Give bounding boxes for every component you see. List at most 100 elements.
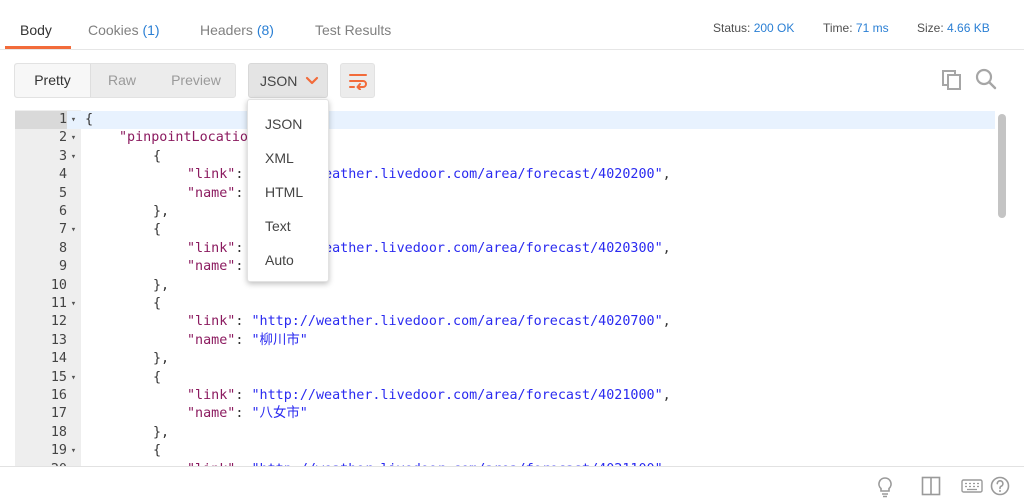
- json-key: "link": [187, 240, 236, 256]
- code-text: {: [153, 222, 162, 238]
- code-text: "name": "八女市": [187, 406, 308, 422]
- status-readout: Status: 200 OK: [713, 21, 794, 35]
- fold-toggle-icon[interactable]: ▾: [68, 442, 79, 460]
- code-line: 1 ▾ {: [15, 111, 995, 130]
- format-option-text[interactable]: Text: [265, 218, 291, 234]
- code-line: 12 "link": "http://weather.livedoor.com/a…: [15, 313, 995, 331]
- code-line: 16 "link": "http://weather.livedoor.com/a…: [15, 387, 995, 405]
- json-string: "柳川市": [251, 332, 308, 348]
- code-line: 19 ▾ {: [15, 442, 995, 460]
- wrap-lines-icon: [349, 74, 367, 90]
- fold-toggle-icon[interactable]: ▾: [68, 295, 79, 313]
- editor-scrollbar[interactable]: [998, 114, 1006, 218]
- line-number: 3: [58, 148, 67, 164]
- format-option-xml[interactable]: XML: [265, 150, 294, 166]
- active-tab-indicator: [5, 46, 71, 49]
- code-text: },: [153, 204, 170, 219]
- search-icon[interactable]: [975, 68, 997, 90]
- code-text: {: [85, 112, 94, 127]
- size-value[interactable]: 4.66 KB: [947, 21, 990, 35]
- code-line: 5"name": "大牟田市": [15, 185, 995, 203]
- line-number: 9: [58, 259, 67, 275]
- line-number: 4: [58, 167, 67, 183]
- line-number: 11: [50, 296, 67, 311]
- size-label: Size:: [917, 21, 944, 35]
- code-text: "name": "柳川市": [187, 332, 308, 348]
- line-number: 8: [58, 240, 67, 256]
- format-dropdown-menu: JSON XML HTML Text Auto: [247, 99, 329, 282]
- code-text: "link": "http://weather.livedoor.com/are…: [187, 388, 671, 403]
- line-number: 15: [50, 369, 67, 385]
- view-pretty-button[interactable]: Pretty: [15, 64, 91, 97]
- status-value[interactable]: 200 OK: [754, 21, 795, 35]
- wrap-lines-button[interactable]: [340, 63, 375, 98]
- fold-toggle-icon[interactable]: ▾: [68, 221, 79, 239]
- keyboard-icon[interactable]: [961, 479, 983, 493]
- time-label: Time:: [823, 21, 853, 35]
- response-body-editor[interactable]: 1▾{2▾"pinpointLocations": [3▾{4"link": "…: [15, 110, 1010, 466]
- line-number: 6: [58, 204, 67, 219]
- line-number: 19: [50, 443, 67, 459]
- time-readout: Time: 71 ms: [823, 21, 889, 35]
- response-tabbar: Body Cookies (1) Headers (8) Test Result…: [0, 0, 1024, 50]
- json-string: "http://weather.livedoor.com/area/foreca…: [251, 388, 663, 403]
- code-line: 15 ▾ {: [15, 369, 995, 387]
- format-select[interactable]: JSON: [248, 63, 328, 98]
- code-line: 9"name": "久留米市": [15, 258, 995, 276]
- code-line: 10},: [15, 277, 995, 295]
- json-string: "http://weather.livedoor.com/area/foreca…: [251, 314, 663, 330]
- code-line: 14},: [15, 350, 995, 368]
- tab-test-results[interactable]: Test Results: [315, 22, 391, 38]
- line-number: 13: [50, 332, 67, 348]
- fold-toggle-icon[interactable]: ▾: [68, 369, 79, 387]
- tab-headers[interactable]: Headers (8): [200, 22, 274, 38]
- code-line: 3 ▾ {: [15, 148, 995, 166]
- code-text: },: [153, 351, 170, 367]
- code-text: {: [153, 369, 162, 385]
- fold-toggle-icon[interactable]: ▾: [68, 148, 79, 166]
- copy-icon[interactable]: [941, 69, 963, 91]
- two-pane-icon[interactable]: [921, 476, 941, 496]
- code-line: 8 "link": "http://weather.livedoor.com/ar…: [15, 240, 995, 258]
- tab-body[interactable]: Body: [20, 22, 52, 38]
- code-line: 18},: [15, 424, 995, 442]
- json-key: "link": [187, 388, 236, 403]
- line-number: 18: [50, 424, 67, 440]
- code-text: },: [153, 277, 170, 293]
- format-option-html[interactable]: HTML: [265, 184, 303, 200]
- tab-label: Test Results: [315, 22, 392, 38]
- line-number: 7: [58, 222, 67, 238]
- view-raw-button[interactable]: Raw: [91, 64, 153, 97]
- code-text: {: [153, 443, 162, 459]
- format-option-auto[interactable]: Auto: [265, 252, 294, 268]
- line-number: 10: [50, 277, 67, 293]
- code-line: 11 ▾ {: [15, 295, 995, 313]
- fold-toggle-icon[interactable]: ▾: [68, 111, 79, 129]
- view-preview-button[interactable]: Preview: [155, 64, 237, 97]
- json-key: "name": [187, 185, 236, 201]
- format-selected-value: JSON: [260, 73, 298, 89]
- size-readout: Size: 4.66 KB: [917, 21, 990, 35]
- status-label: Status:: [713, 21, 751, 35]
- code-text: {: [153, 148, 162, 164]
- time-value[interactable]: 71 ms: [856, 21, 889, 35]
- json-key: "name": [187, 332, 236, 348]
- fold-toggle-icon[interactable]: ▾: [68, 129, 79, 147]
- tab-count: (8): [256, 22, 274, 38]
- help-icon[interactable]: [990, 476, 1010, 496]
- code-line: 4 "link": "http://weather.livedoor.com/ar…: [15, 166, 995, 184]
- tab-count: (1): [142, 22, 160, 38]
- json-key: "link": [187, 314, 236, 330]
- view-mode-switch: Pretty Raw Preview: [14, 63, 236, 98]
- json-key: "name": [187, 259, 236, 275]
- code-line: 17 "name": "八女市": [15, 405, 995, 423]
- format-option-json[interactable]: JSON: [265, 116, 302, 132]
- tab-label: Body: [20, 22, 52, 38]
- status-footer: [0, 466, 1024, 503]
- tab-label: Cookies: [88, 22, 139, 38]
- code-text: {: [153, 296, 162, 311]
- code-line: 13 "name": "柳川市": [15, 332, 995, 350]
- lightbulb-icon[interactable]: [876, 476, 894, 498]
- tab-cookies[interactable]: Cookies (1): [88, 22, 160, 38]
- code-line: 2▾"pinpointLocations": [: [15, 129, 995, 147]
